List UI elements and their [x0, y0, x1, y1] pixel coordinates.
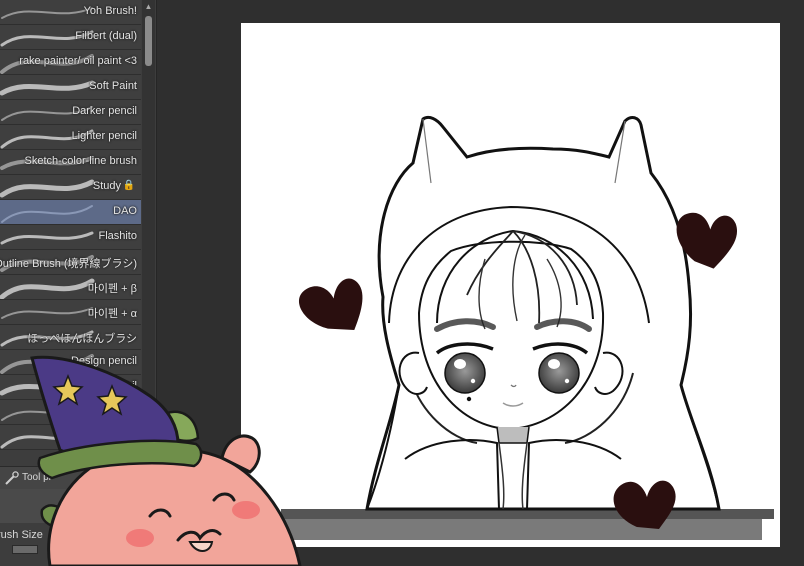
brush-item[interactable]: rake painter/ oil paint <3 [0, 50, 141, 75]
clip-studio-window: Yoh Brush! Filbert (dual) rake painter/ oi… [0, 0, 804, 566]
tool-property-header[interactable]: Tool pr [0, 466, 155, 490]
drawing-canvas[interactable] [241, 23, 780, 547]
brush-item[interactable]: Design pencil [0, 350, 141, 375]
brush-item[interactable] [0, 400, 141, 425]
brush-name-label: 마이펜 + α [87, 308, 137, 320]
brush-item[interactable]: 마이펜 + β [0, 275, 141, 300]
brush-preview-area [0, 489, 155, 523]
brush-name-label: Darker pencil [72, 105, 137, 117]
brush-list-scrollbar[interactable]: ▲ [142, 0, 155, 448]
brush-item[interactable]: Sketch-color-line brush [0, 150, 141, 175]
brush-name-label: Lighter pencil [71, 130, 137, 142]
brush-name-label: Sketch-color-line brush [24, 155, 138, 167]
brush-name-label: Filbert (dual) [75, 30, 137, 42]
brush-item[interactable]: Study 🔒 [0, 175, 141, 200]
brush-item[interactable]: Outline Brush (境界線ブラシ) [0, 250, 141, 275]
brush-item[interactable]: al pencil [0, 375, 141, 400]
brush-name-label: ほっぺほんほんブラシ [27, 333, 137, 345]
brush-item[interactable]: Soft Paint [0, 75, 141, 100]
brush-name-label: Design pencil [70, 355, 137, 367]
brush-stroke-preview [1, 406, 93, 421]
brush-name-label: 마이펜 + β [87, 283, 137, 295]
brush-name-label: rake painter/ oil paint <3 [19, 55, 137, 67]
brush-name-label: Study [92, 180, 121, 192]
brush-item[interactable]: Yoh Brush! [0, 0, 141, 25]
lock-icon: 🔒 [122, 180, 135, 191]
brush-size-label: rush Size [0, 529, 43, 541]
brush-item[interactable]: DAO [0, 200, 141, 225]
brush-list: Yoh Brush! Filbert (dual) rake painter/ oi… [0, 0, 141, 450]
brush-item[interactable]: Darker pencil [0, 100, 141, 125]
brush-name-label: al pencil [96, 380, 137, 392]
brush-item[interactable] [0, 425, 141, 450]
chevron-up-icon[interactable]: ▲ [142, 0, 155, 14]
brush-name-label: DAO [113, 205, 137, 217]
brush-size-slider[interactable] [12, 545, 38, 554]
brush-stroke-preview [0, 429, 94, 449]
brush-name-label: Soft Paint [89, 80, 137, 92]
brush-settings-icon [5, 471, 19, 485]
canvas-artwork [281, 115, 774, 540]
brush-item[interactable]: 마이펜 + α [0, 300, 141, 325]
brush-panel: Yoh Brush! Filbert (dual) rake painter/ oi… [0, 0, 157, 566]
brush-item[interactable]: Filbert (dual) [0, 25, 141, 50]
brush-name-label: Outline Brush (境界線ブラシ) [0, 258, 137, 270]
brush-item[interactable]: Flashito [0, 225, 141, 250]
brush-name-label: Yoh Brush! [83, 5, 137, 17]
brush-item[interactable]: ほっぺほんほんブラシ [0, 325, 141, 350]
brush-name-label: Flashito [98, 230, 137, 242]
brush-item[interactable]: Lighter pencil [0, 125, 141, 150]
tool-property-title: Tool pr [22, 472, 53, 483]
scrollbar-thumb[interactable] [145, 16, 152, 66]
